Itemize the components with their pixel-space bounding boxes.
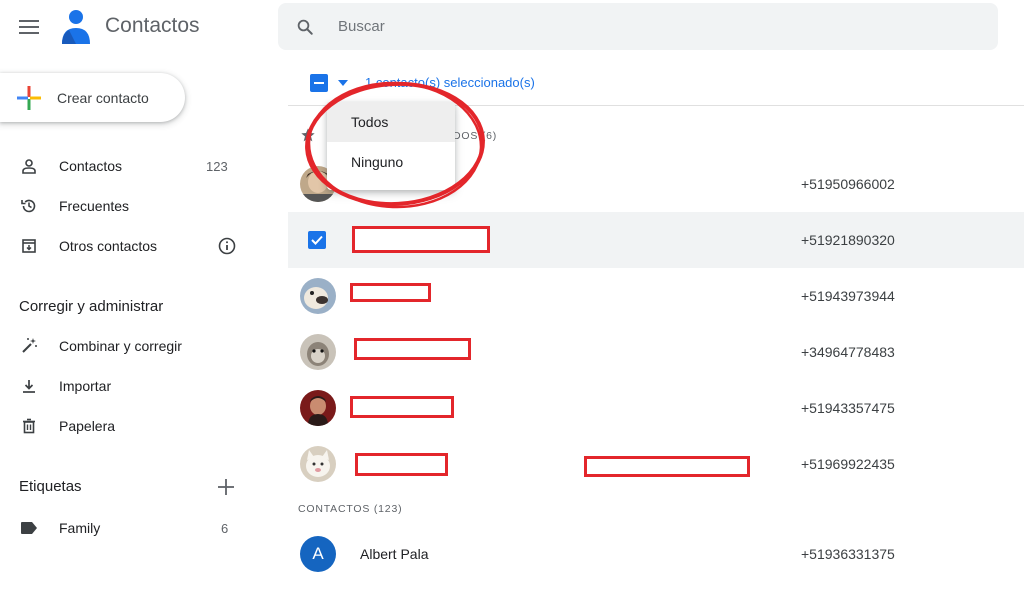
- contact-phone: +51943357475: [801, 400, 895, 416]
- create-contact-label: Crear contacto: [57, 89, 149, 106]
- select-all-option[interactable]: Todos: [327, 102, 455, 142]
- search-icon[interactable]: [296, 18, 314, 36]
- checkmark-icon: [311, 235, 323, 245]
- sidebar-item-other-contacts[interactable]: Otros contactos: [0, 228, 250, 264]
- sidebar-item-label-family[interactable]: Family 6: [0, 510, 250, 546]
- select-all-checkbox[interactable]: [310, 74, 328, 92]
- caret-down-icon[interactable]: [336, 76, 350, 90]
- trash-icon: [20, 417, 38, 435]
- contact-row[interactable]: +51943357475: [288, 380, 1024, 436]
- app-title: Contactos: [105, 14, 200, 37]
- selection-count-text: 1 contacto(s) seleccionado(s): [365, 75, 535, 90]
- contact-row-selected[interactable]: +51921890320: [288, 212, 1024, 268]
- sidebar-item-contacts[interactable]: Contactos 123: [0, 148, 250, 184]
- search-input[interactable]: [336, 17, 936, 36]
- selection-toolbar: 1 contacto(s) seleccionado(s): [288, 66, 1024, 106]
- redacted-email: [584, 456, 750, 477]
- contact-avatar: [300, 390, 336, 426]
- redacted-name: [352, 226, 490, 253]
- contact-row[interactable]: +51943973944: [288, 268, 1024, 324]
- labels-section-title: Etiquetas: [19, 478, 82, 495]
- contact-phone: +51921890320: [801, 232, 895, 248]
- archive-icon: [20, 237, 38, 255]
- contacts-count: 123: [206, 158, 228, 174]
- hamburger-icon: [19, 20, 39, 34]
- contact-row[interactable]: +34964778483: [288, 324, 1024, 380]
- sidebar-item-trash[interactable]: Papelera: [0, 408, 250, 444]
- plus-colored-icon: [17, 85, 41, 110]
- sidebar-item-label: Importar: [59, 378, 112, 394]
- info-icon[interactable]: [218, 237, 236, 255]
- magic-wand-icon: [20, 337, 38, 355]
- redacted-name: [350, 283, 431, 302]
- contacts-app: Contactos Crear contacto Contactos 123: [0, 0, 1024, 595]
- contact-avatar: A: [300, 536, 336, 572]
- sidebar-item-frequent[interactable]: Frecuentes: [0, 188, 250, 224]
- sidebar-item-label: Frecuentes: [59, 198, 130, 214]
- contact-phone: +34964778483: [801, 344, 895, 360]
- contact-avatar: [300, 446, 336, 482]
- select-none-option[interactable]: Ninguno: [327, 142, 455, 182]
- redacted-name: [355, 453, 448, 476]
- history-icon: [20, 197, 38, 215]
- contacts-logo-icon: [62, 10, 90, 44]
- starred-group-header: DOS (6): [453, 130, 498, 142]
- row-checkbox[interactable]: [308, 231, 326, 249]
- contact-phone: +51950966002: [801, 176, 895, 192]
- sidebar-item-label: Papelera: [59, 418, 116, 434]
- contact-phone: +51969922435: [801, 456, 895, 472]
- main-menu-button[interactable]: [12, 12, 46, 42]
- label-count: 6: [221, 520, 229, 536]
- manage-section-title: Corregir y administrar: [19, 298, 164, 315]
- star-icon: [301, 128, 315, 142]
- contacts-group-header: CONTACTOS (123): [298, 503, 403, 515]
- sidebar-item-merge[interactable]: Combinar y corregir: [0, 328, 250, 364]
- redacted-name: [354, 338, 471, 360]
- sidebar-item-import[interactable]: Importar: [0, 368, 250, 404]
- sidebar-item-label: Combinar y corregir: [59, 338, 182, 354]
- contact-avatar: [300, 278, 336, 314]
- contact-name: Albert Pala: [360, 546, 429, 562]
- search-bar[interactable]: [278, 3, 998, 50]
- person-icon: [20, 157, 38, 175]
- label-icon: [20, 519, 38, 537]
- contact-row[interactable]: +51969922435: [288, 436, 1024, 492]
- contact-phone: +51936331375: [801, 546, 895, 562]
- contact-avatar: [300, 334, 336, 370]
- download-icon: [20, 377, 38, 395]
- redacted-name: [350, 396, 454, 418]
- indeterminate-dash: [314, 82, 324, 84]
- selection-dropdown-menu: Todos Ninguno: [327, 102, 455, 190]
- contact-row[interactable]: A Albert Pala +51936331375: [288, 526, 1024, 582]
- create-contact-button[interactable]: Crear contacto: [0, 73, 185, 122]
- add-label-icon[interactable]: [216, 477, 236, 497]
- contact-phone: +51943973944: [801, 288, 895, 304]
